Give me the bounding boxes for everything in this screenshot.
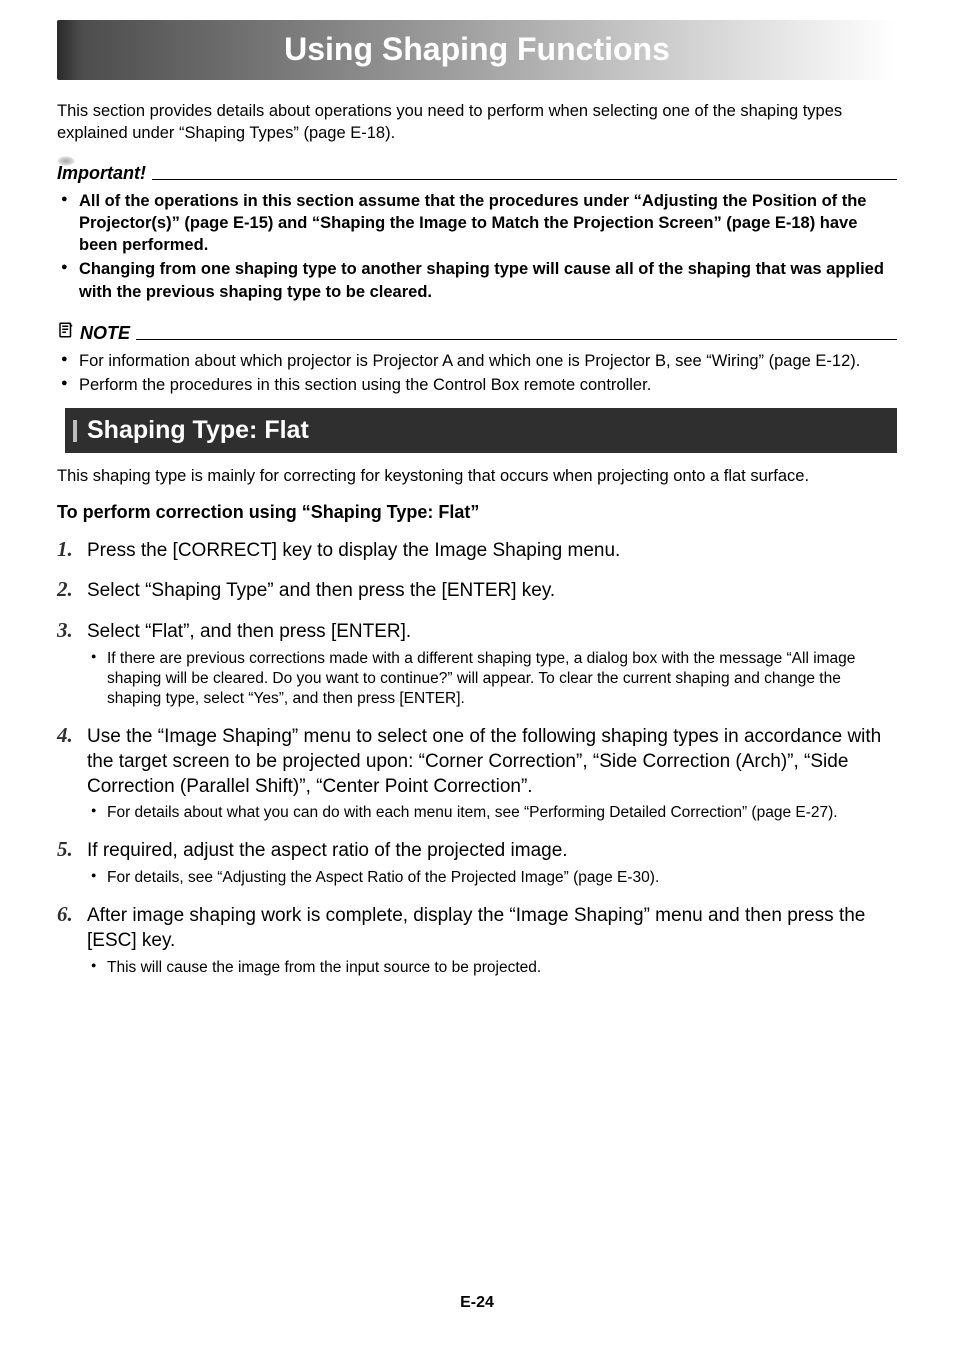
important-callout: Important! [57, 163, 897, 184]
step: Use the “Image Shaping” menu to select o… [57, 725, 897, 823]
page: Using Shaping Functions This section pro… [0, 0, 954, 1352]
important-label: Important! [57, 163, 152, 184]
step-subitem: This will cause the image from the input… [107, 958, 897, 978]
note-callout: NOTE [57, 321, 897, 344]
section-subhead: To perform correction using “Shaping Typ… [57, 502, 897, 523]
steps-list: Press the [CORRECT] key to display the I… [57, 539, 897, 978]
note-label-wrap: NOTE [57, 321, 136, 344]
step-main: Press the [CORRECT] key to display the I… [87, 539, 897, 564]
step-subitem: For details about what you can do with e… [107, 803, 897, 823]
intro-text: This section provides details about oper… [57, 100, 897, 145]
note-item: For information about which projector is… [79, 350, 897, 372]
step-main: Use the “Image Shaping” menu to select o… [87, 725, 897, 799]
step-main: After image shaping work is complete, di… [87, 904, 897, 953]
step: Select “Flat”, and then press [ENTER]. I… [57, 620, 897, 709]
step-subitem: If there are previous corrections made w… [107, 649, 897, 709]
step-main: Select “Flat”, and then press [ENTER]. [87, 620, 897, 645]
step: Press the [CORRECT] key to display the I… [57, 539, 897, 564]
note-list: For information about which projector is… [57, 350, 897, 397]
page-title: Using Shaping Functions [57, 20, 897, 80]
section-heading: Shaping Type: Flat [87, 416, 309, 445]
step-sublist: This will cause the image from the input… [87, 958, 897, 978]
note-doc-icon [57, 323, 80, 343]
step-main: If required, adjust the aspect ratio of … [87, 839, 897, 864]
step-subitem: For details, see “Adjusting the Aspect R… [107, 868, 897, 888]
section-description: This shaping type is mainly for correcti… [57, 465, 897, 487]
step: After image shaping work is complete, di… [57, 904, 897, 978]
step: Select “Shaping Type” and then press the… [57, 579, 897, 604]
section-heading-bar: Shaping Type: Flat [57, 408, 897, 453]
note-label: NOTE [80, 323, 130, 343]
step-main: Select “Shaping Type” and then press the… [87, 579, 897, 604]
page-number: E-24 [0, 1294, 954, 1312]
note-item: Perform the procedures in this section u… [79, 374, 897, 396]
step-sublist: If there are previous corrections made w… [87, 649, 897, 709]
step: If required, adjust the aspect ratio of … [57, 839, 897, 888]
important-item: All of the operations in this section as… [79, 190, 897, 257]
note-rule [57, 339, 897, 340]
important-item: Changing from one shaping type to anothe… [79, 258, 897, 303]
important-list: All of the operations in this section as… [57, 190, 897, 303]
step-sublist: For details about what you can do with e… [87, 803, 897, 823]
important-rule [57, 179, 897, 180]
section-stripe-icon [73, 420, 77, 442]
step-sublist: For details, see “Adjusting the Aspect R… [87, 868, 897, 888]
